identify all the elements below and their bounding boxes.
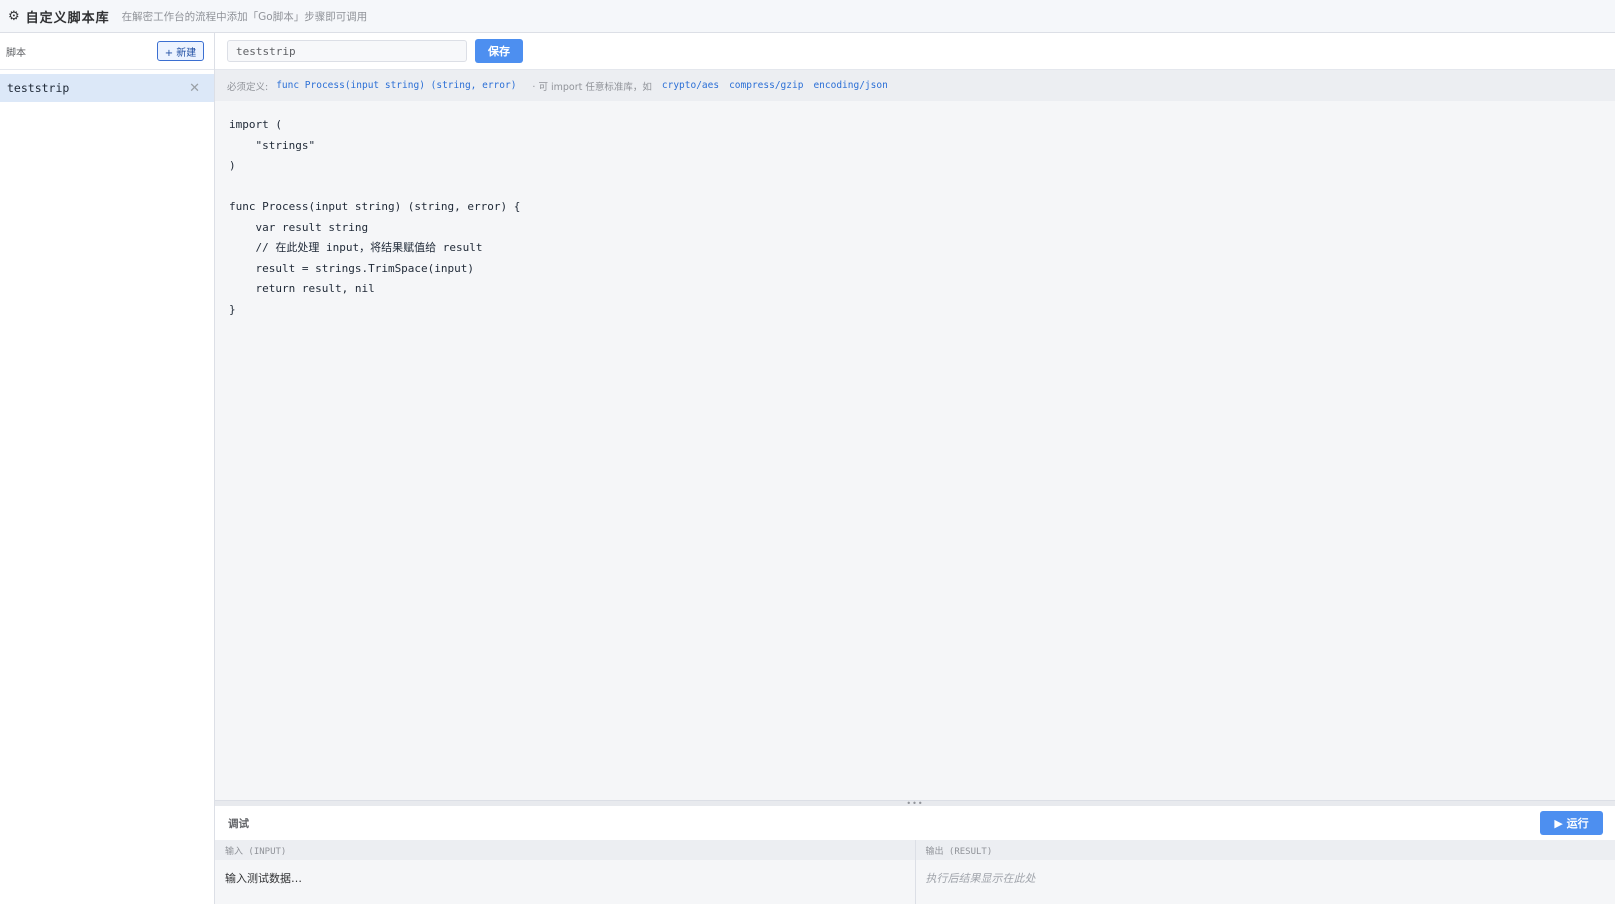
gear-icon: ⚙ bbox=[8, 8, 20, 24]
result-output: 执行后结果显示在此处 bbox=[925, 872, 1036, 885]
code-line: } bbox=[229, 302, 236, 316]
code-line: return result, nil bbox=[229, 282, 375, 295]
debug-title: 调试 bbox=[228, 817, 249, 830]
sidebar-title: 脚本 bbox=[6, 47, 26, 59]
page-title: 自定义脚本库 bbox=[25, 10, 110, 26]
debug-panel: 调试 ▶ 运行 输入 (INPUT) 输入测试数据… 输出 (RESULT) 执… bbox=[215, 806, 1615, 904]
output-label: 输出 (RESULT) bbox=[915, 840, 1615, 860]
output-pane: 输出 (RESULT) 执行后结果显示在此处 bbox=[914, 840, 1615, 904]
drag-handle-icon: ••• bbox=[906, 798, 924, 808]
hint-package: crypto/aes bbox=[661, 80, 720, 91]
debug-header: 调试 ▶ 运行 bbox=[215, 806, 1615, 840]
run-button[interactable]: ▶ 运行 bbox=[1540, 811, 1603, 835]
code-line: func Process(input string) (string, erro… bbox=[229, 200, 521, 213]
main-panel: teststrip 保存 必须定义: func Process(input st… bbox=[215, 33, 1615, 904]
hint-signature: func Process(input string) (string, erro… bbox=[276, 80, 517, 91]
code-editor[interactable]: import ( "strings" ) func Process(input … bbox=[215, 101, 1615, 801]
hint-prefix: 必须定义: bbox=[227, 81, 269, 93]
hint-middle: · 可 import 任意标准库，如 bbox=[532, 81, 652, 93]
io-row: 输入 (INPUT) 输入测试数据… 输出 (RESULT) 执行后结果显示在此… bbox=[215, 840, 1615, 904]
sidebar-item-teststrip[interactable]: teststrip ✕ bbox=[0, 74, 214, 102]
code-line: "strings" bbox=[229, 138, 316, 152]
sidebar: 脚本 + 新建 teststrip ✕ bbox=[0, 33, 215, 904]
hint-package: encoding/json bbox=[813, 80, 888, 91]
code-line: ) bbox=[229, 159, 236, 172]
script-name-input[interactable]: teststrip bbox=[227, 40, 467, 62]
hint-package: compress/gzip bbox=[729, 80, 804, 91]
code-line: var result string bbox=[229, 220, 369, 234]
app-header: ⚙ 自定义脚本库 在解密工作台的流程中添加「Go脚本」步骤即可调用 bbox=[0, 0, 1615, 33]
close-icon[interactable]: ✕ bbox=[189, 81, 200, 96]
code-line: import ( bbox=[229, 118, 282, 131]
code-line: // 在此处理 input，将结果赋值给 result bbox=[229, 241, 483, 254]
code-line: result = strings.TrimSpace(input) bbox=[229, 261, 475, 275]
input-label: 输入 (INPUT) bbox=[215, 840, 915, 860]
toolbar: teststrip 保存 bbox=[215, 33, 1615, 70]
test-input-field[interactable]: 输入测试数据… bbox=[215, 860, 915, 896]
sidebar-header: 脚本 + 新建 bbox=[0, 33, 214, 70]
input-pane: 输入 (INPUT) 输入测试数据… bbox=[215, 840, 915, 904]
page-subtitle: 在解密工作台的流程中添加「Go脚本」步骤即可调用 bbox=[121, 10, 368, 23]
new-script-button[interactable]: + 新建 bbox=[157, 41, 204, 61]
script-item-name: teststrip bbox=[7, 81, 70, 95]
hint-bar: 必须定义: func Process(input string) (string… bbox=[215, 70, 1615, 101]
save-button[interactable]: 保存 bbox=[475, 39, 523, 63]
